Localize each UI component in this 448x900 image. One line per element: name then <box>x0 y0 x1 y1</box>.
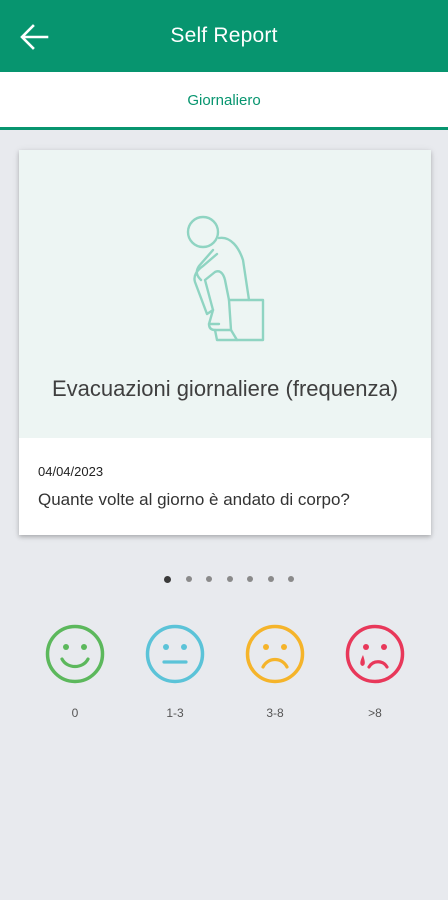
page-dot[interactable] <box>206 576 212 582</box>
neutral-face-icon <box>145 624 205 684</box>
question-card: Evacuazioni giornaliere (frequenza) 04/0… <box>19 150 431 535</box>
page-title: Self Report <box>170 24 278 47</box>
option-label: 3-8 <box>266 706 284 720</box>
app-screen: Self Report Giornaliero Evacuazioni gior… <box>0 0 448 900</box>
option-label: 0 <box>71 706 79 720</box>
option-0-button[interactable]: 0 <box>35 622 115 727</box>
option-1-3-button[interactable]: 1-3 <box>135 622 215 727</box>
crying-face-icon <box>345 624 405 684</box>
tab-giornaliero[interactable]: Giornaliero <box>0 92 448 109</box>
page-dot[interactable] <box>267 576 274 582</box>
page-dot[interactable] <box>164 575 171 583</box>
page-dot[interactable] <box>247 576 253 582</box>
page-dot[interactable] <box>288 576 294 582</box>
option-3-8-button[interactable]: 3-8 <box>235 622 315 727</box>
card-header: Evacuazioni giornaliere (frequenza) <box>19 150 431 438</box>
card-date: 04/04/2023 <box>38 464 104 479</box>
page-indicator <box>0 575 448 583</box>
page-dot[interactable] <box>226 576 233 582</box>
person-on-toilet-icon <box>186 215 265 342</box>
app-bar: Self Report <box>0 0 448 72</box>
tab-bar: Giornaliero <box>0 72 448 130</box>
option-label: >8 <box>368 706 382 720</box>
card-question: Quante volte al giorno è andato di corpo… <box>38 490 350 509</box>
page-dot[interactable] <box>185 576 192 582</box>
option-gt8-button[interactable]: >8 <box>335 622 415 727</box>
card-title: Evacuazioni giornaliere (frequenza) <box>51 376 399 401</box>
answer-options: 0 1-3 3-8 >8 <box>0 622 448 732</box>
happy-face-icon <box>45 624 105 684</box>
sad-face-icon <box>245 624 305 684</box>
option-label: 1-3 <box>166 706 184 720</box>
